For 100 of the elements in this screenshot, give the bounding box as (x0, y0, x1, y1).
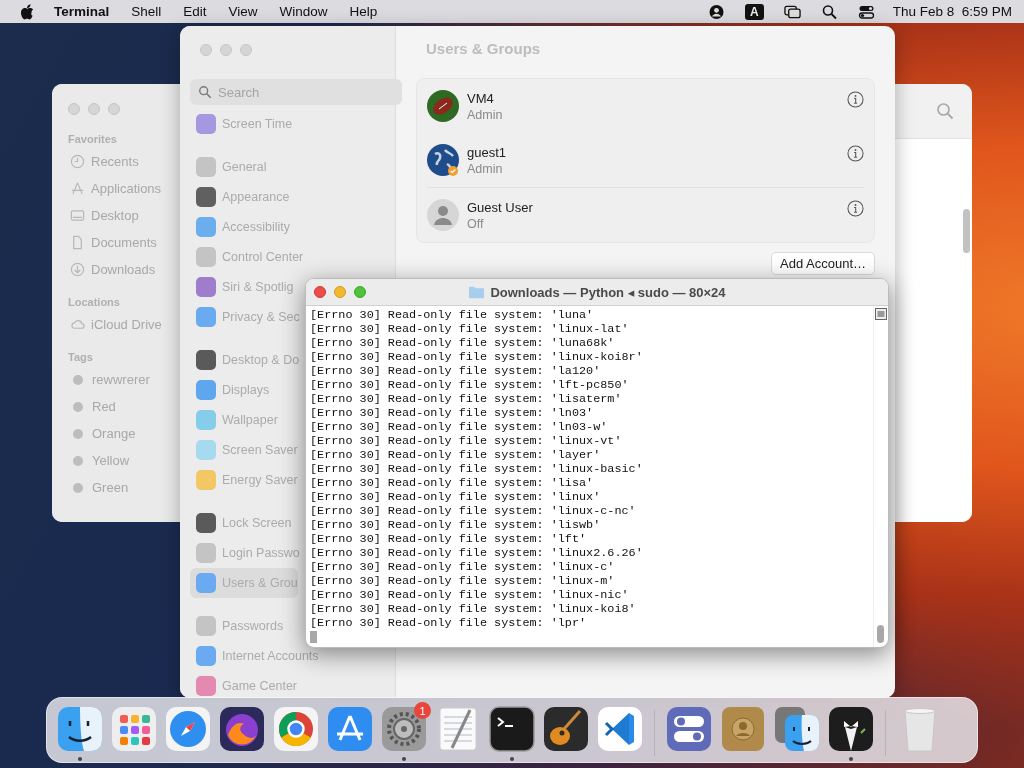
control-center-icon[interactable] (857, 3, 875, 20)
terminal-output-line: [Errno 30] Read-only file system: 'lisaterm' (310, 392, 623, 406)
sidebar-item[interactable]: rewwrerer (92, 372, 150, 387)
app-menu[interactable]: Terminal (54, 4, 110, 19)
info-icon[interactable] (847, 199, 864, 217)
terminal-output-line: [Errno 30] Read-only file system: 'linux2.6.26' (310, 546, 644, 560)
sidebar-item[interactable]: Login Passwo (190, 538, 300, 568)
text-cursor (310, 631, 317, 643)
menu-bar-clock[interactable]: Thu Feb 8 6:59 PM (892, 4, 1012, 19)
user-circle-icon[interactable] (708, 3, 725, 20)
sidebar-item[interactable]: Game Center (190, 671, 298, 698)
menu-item[interactable]: Help (349, 4, 378, 19)
menu-item[interactable]: Window (279, 4, 328, 19)
terminal-output-line: [Errno 30] Read-only file system: 'lft' (310, 532, 588, 546)
apple-logo-icon[interactable] (20, 3, 34, 20)
terminal-output-line: [Errno 30] Read-only file system: 'luna' (310, 308, 595, 322)
person-silhouette-avatar (427, 199, 459, 231)
terminal-output-line: [Errno 30] Read-only file system: 'linux-koi8' (310, 602, 637, 616)
app-grid-icon[interactable] (110, 705, 158, 753)
tag-dot-icon (73, 401, 83, 412)
user-name: Guest User (467, 199, 534, 215)
sidebar-item[interactable]: Downloads (91, 262, 156, 277)
terminal-output-line: [Errno 30] Read-only file system: 'linux-c' (310, 560, 616, 574)
menu-item[interactable]: Edit (183, 4, 207, 19)
sidebar-item[interactable]: Siri & Spotlig (190, 272, 294, 302)
input-source-indicator[interactable]: A (745, 3, 764, 20)
info-icon[interactable] (847, 90, 864, 108)
menu-item[interactable]: View (228, 4, 258, 19)
sidebar-item[interactable]: Displays (190, 375, 270, 405)
code-editor-icon[interactable] (596, 705, 644, 753)
terminal-output-line: [Errno 30] Read-only file system: 'linux-nic' (310, 588, 630, 602)
add-account-button[interactable]: Add Account… (771, 252, 875, 275)
compass-icon[interactable] (164, 705, 212, 753)
close-button[interactable] (314, 286, 326, 298)
sidebar-item[interactable]: Energy Saver (190, 465, 298, 495)
terminal-output-line: [Errno 30] Read-only file system: 'lft-pc850' (310, 378, 630, 392)
tag-dot-icon (73, 482, 83, 493)
terminal-output-line: [Errno 30] Read-only file system: 'linux' (310, 490, 602, 504)
terminal-output-line: [Errno 30] Read-only file system: 'linux-c-nc' (310, 504, 637, 518)
terminal-output-line: [Errno 30] Read-only file system: 'linux-m' (310, 574, 616, 588)
sidebar-item[interactable]: Accessibility (190, 212, 291, 242)
gear-icon[interactable] (380, 705, 428, 753)
sidebar-item[interactable]: Lock Screen (190, 508, 292, 538)
sidebar-item[interactable]: Control Center (190, 242, 304, 272)
color-wheel-icon[interactable] (272, 705, 320, 753)
sidebar-item[interactable]: Orange (92, 426, 136, 441)
document-icon (70, 235, 85, 250)
tuxedo-icon[interactable] (827, 705, 875, 753)
scroll-bar[interactable] (877, 625, 884, 643)
smiling-face-stack-icon[interactable] (773, 705, 821, 753)
sidebar-item[interactable]: Appearance (190, 182, 290, 212)
sidebar-item[interactable]: General (190, 152, 267, 182)
folder-icon (468, 285, 486, 299)
terminal-output-line: [Errno 30] Read-only file system: 'layer' (310, 448, 602, 462)
sidebar-heading: Tags (68, 351, 94, 363)
user-role: Off (467, 216, 485, 231)
zoom-button[interactable] (354, 286, 366, 298)
toggle-switches-icon[interactable] (665, 705, 713, 753)
sidebar-item[interactable]: Wallpaper (190, 405, 278, 435)
terminal-output-line: [Errno 30] Read-only file system: 'linux-vt' (310, 434, 623, 448)
letter-a-icon[interactable] (326, 705, 374, 753)
contacts-book-icon[interactable] (719, 705, 767, 753)
window-title: Downloads — Python ◂ sudo — 80×24 (490, 284, 726, 300)
user-name: guest1 (467, 144, 508, 160)
sidebar-item[interactable]: Green (92, 480, 129, 495)
guitar-icon[interactable] (542, 705, 590, 753)
terminal-output-line: [Errno 30] Read-only file system: 'linux-lat' (310, 322, 630, 336)
terminal-output-line: [Errno 30] Read-only file system: 'ln03-w' (310, 420, 609, 434)
sidebar-item[interactable]: Desktop & Do (190, 345, 300, 375)
sidebar-item[interactable]: Yellow (92, 453, 130, 468)
sidebar-heading: Favorites (68, 133, 118, 145)
terminal-output-line: [Errno 30] Read-only file system: 'liswb' (310, 518, 602, 532)
info-icon[interactable] (847, 144, 864, 162)
sidebar-item[interactable]: Recents (91, 154, 139, 169)
terminal-icon[interactable] (488, 705, 536, 753)
smiling-face-icon[interactable] (56, 705, 104, 753)
terminal-output-line: [Errno 30] Read-only file system: 'ln03' (310, 406, 595, 420)
search-field[interactable]: Search (190, 79, 402, 105)
scroll-bar[interactable] (963, 209, 970, 253)
terminal-output-line: [Errno 30] Read-only file system: 'la120' (310, 364, 602, 378)
sidebar-item[interactable]: Applications (91, 181, 162, 196)
split-pane-icon[interactable] (875, 308, 887, 320)
sidebar-item[interactable]: Documents (91, 235, 157, 250)
windows-icon[interactable] (783, 3, 801, 20)
sidebar-item[interactable]: Privacy & Sec (190, 302, 300, 332)
sidebar-item[interactable]: Screen Saver (190, 435, 298, 465)
sidebar-item[interactable]: Screen Time (190, 109, 293, 139)
terminal-output-line: [Errno 30] Read-only file system: 'linux-basic' (310, 462, 644, 476)
tag-dot-icon (73, 455, 83, 466)
user-name: VM4 (467, 90, 495, 106)
sidebar-item[interactable]: Passwords (190, 611, 284, 641)
sidebar-item[interactable]: Red (92, 399, 116, 414)
terminal-output-line: [Errno 30] Read-only file system: 'lpr' (310, 616, 588, 630)
download-icon (70, 262, 85, 277)
sidebar-item[interactable]: iCloud Drive (91, 317, 162, 332)
search-icon[interactable] (820, 3, 838, 20)
cloud-icon (70, 317, 85, 332)
sidebar-item[interactable]: Desktop (91, 208, 139, 223)
menu-item[interactable]: Shell (131, 4, 162, 19)
terminal-output-line: [Errno 30] Read-only file system: 'linux-koi8r' (310, 350, 644, 364)
